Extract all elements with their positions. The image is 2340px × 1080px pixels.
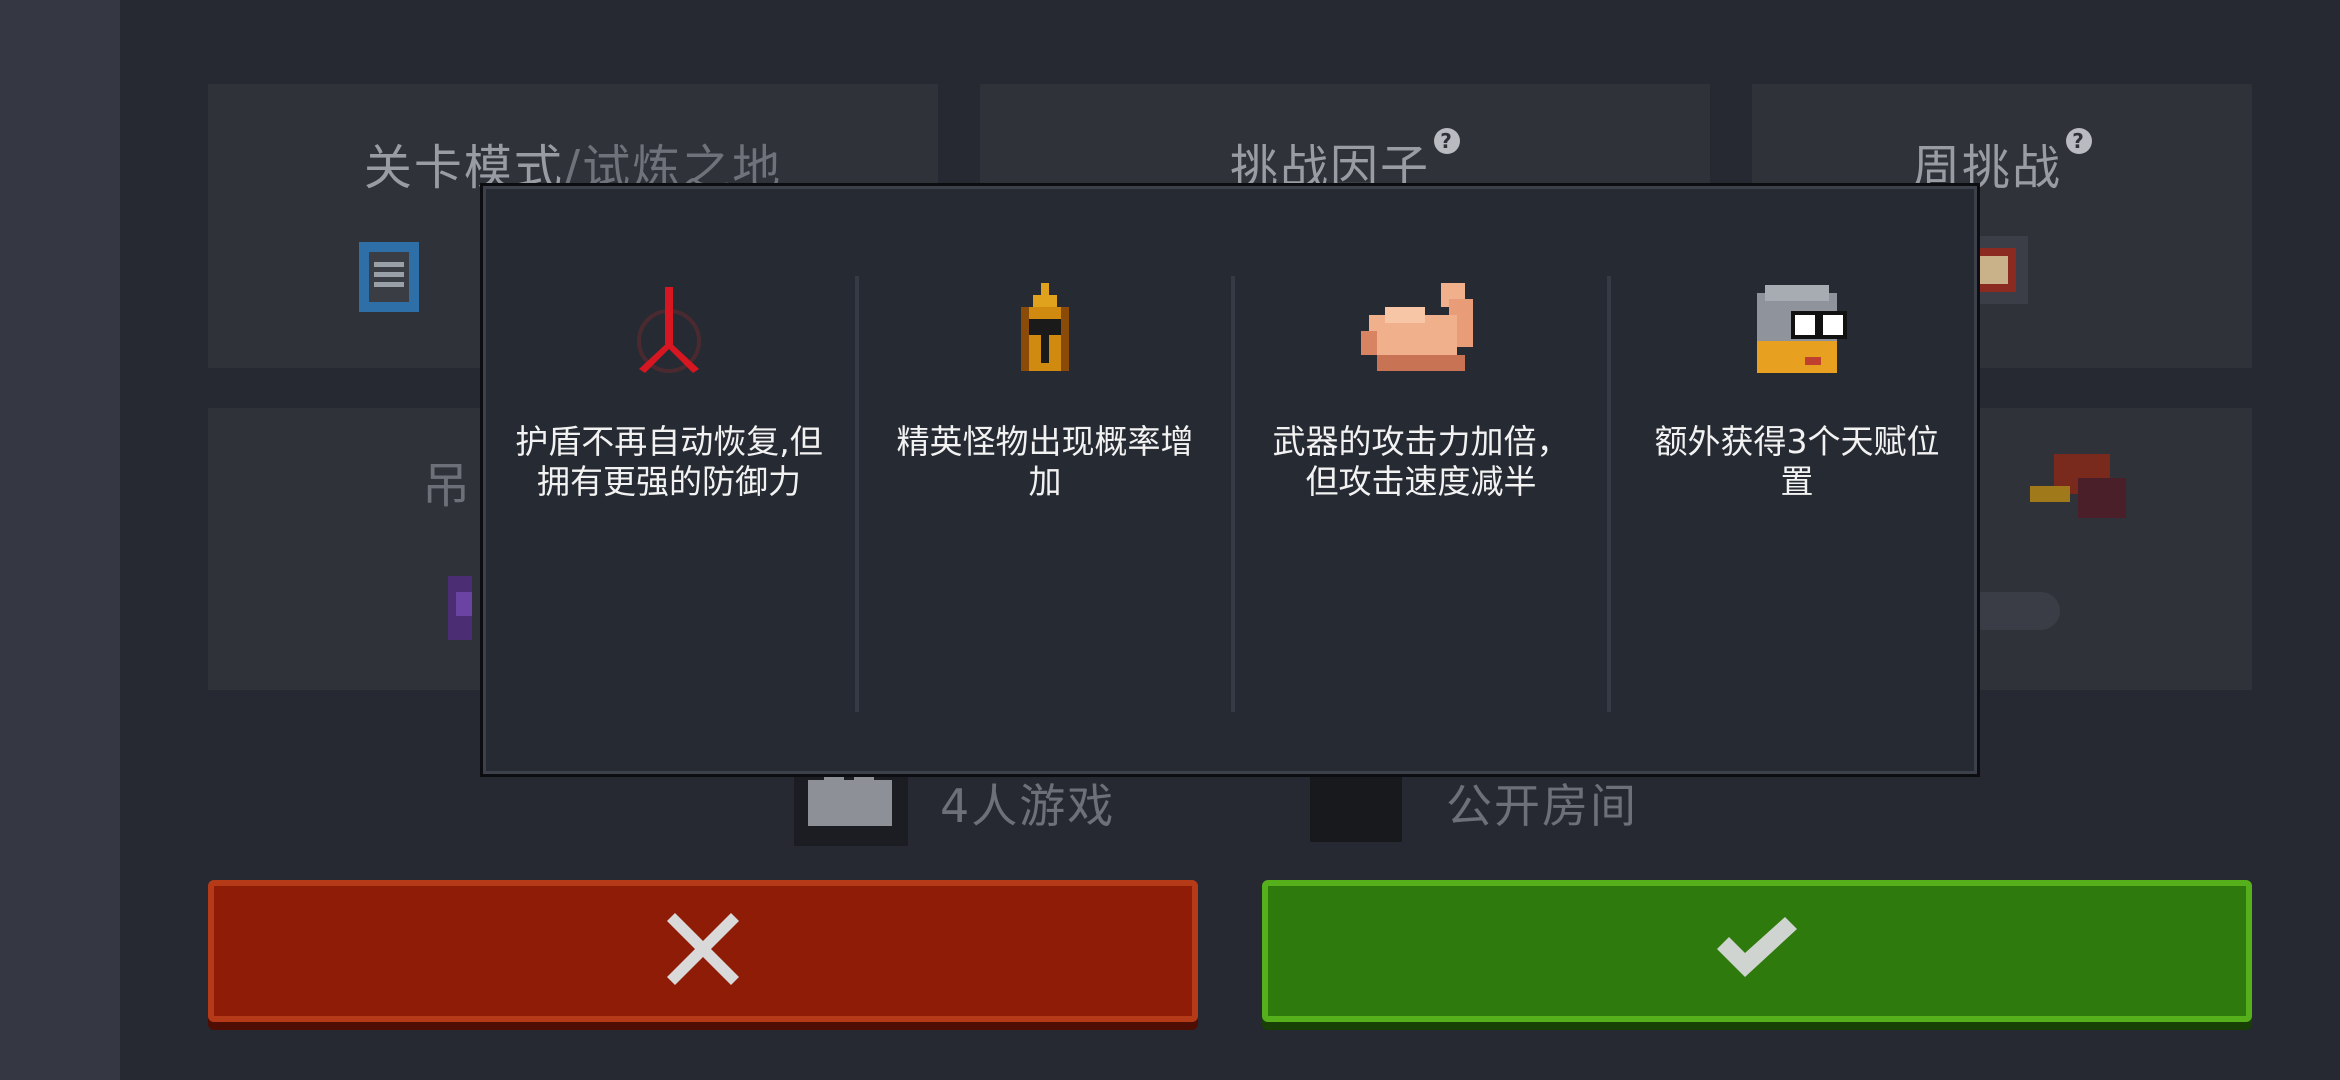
public-room-label: 公开房间 (1446, 779, 1638, 833)
golden-helmet-icon (859, 276, 1231, 386)
players-label: 4人游戏 (940, 779, 1116, 833)
left-edge-strip (0, 0, 120, 1080)
help-icon[interactable]: ? (2066, 128, 2092, 154)
cancel-button[interactable] (208, 880, 1198, 1022)
factor-card: 武器的攻击力加倍，但攻击速度减半 (1235, 186, 1607, 774)
confirm-button[interactable] (1262, 880, 2252, 1022)
factor-description: 武器的攻击力加倍，但攻击速度减半 (1272, 422, 1570, 501)
close-x-icon (667, 913, 739, 989)
factor-description: 护盾不再自动恢复,但拥有更强的防御力 (515, 422, 823, 501)
treasure-pet-icon (2022, 438, 2146, 530)
helmet-glasses-icon (1611, 276, 1983, 386)
factor-card: 精英怪物出现概率增加 (859, 186, 1231, 774)
factor-description: 额外获得3个天赋位置 (1654, 422, 1940, 501)
challenge-factor-popup[interactable]: 护盾不再自动恢复,但拥有更强的防御力 精英怪物出现概率增加 武器的攻击力加倍，但… (480, 183, 1980, 777)
flexing-arm-icon (1235, 276, 1607, 386)
factor-description: 精英怪物出现概率增加 (896, 422, 1194, 501)
checkmark-icon (1717, 916, 1797, 986)
factor-card: 护盾不再自动恢复,但拥有更强的防御力 (483, 186, 855, 774)
red-rune-icon (483, 276, 855, 386)
help-icon[interactable]: ? (1434, 128, 1460, 154)
knight-helmet-icon (344, 232, 434, 326)
factor-card: 额外获得3个天赋位置 (1611, 186, 1983, 774)
purple-creature-icon (440, 568, 480, 656)
